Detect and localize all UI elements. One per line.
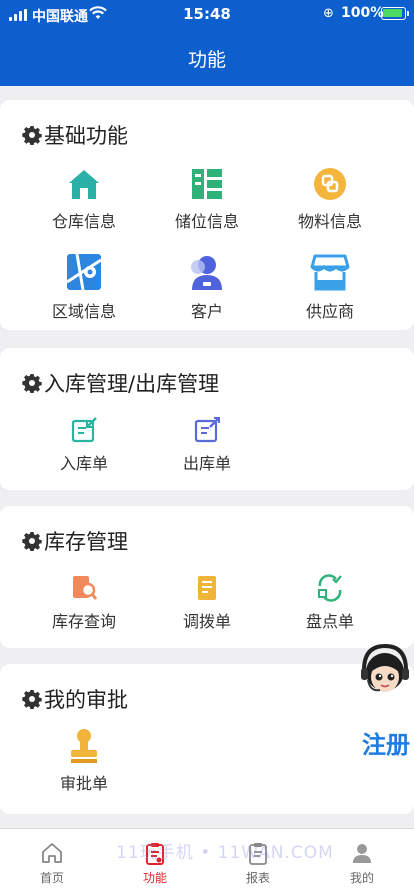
- app-header: 中国联通 15:48 ⊕ 100% 功能: [0, 0, 414, 86]
- grid-item-warehouse[interactable]: 仓库信息: [29, 166, 139, 232]
- item-label: 区域信息: [51, 302, 116, 321]
- bottom-tab-bar: 首页 功能 报表 我的: [0, 828, 414, 896]
- grid-item-area[interactable]: 区域信息: [29, 252, 139, 322]
- tab-label: 报表: [245, 871, 270, 885]
- section-basic-functions: 基础功能 仓库信息 储位信息 物料信息 区域信息 客户 供应商: [0, 100, 414, 330]
- tab-function[interactable]: 功能: [115, 841, 195, 886]
- profile-icon: [353, 844, 371, 863]
- storage-location-icon: [192, 169, 222, 199]
- section-title: 基础功能: [22, 120, 128, 150]
- section-title-text: 我的审批: [44, 688, 128, 712]
- section-my-approvals: 我的审批 审批单: [0, 664, 414, 814]
- page-title: 功能: [187, 49, 226, 71]
- tab-mine[interactable]: 我的: [322, 841, 402, 886]
- item-label: 调拨单: [182, 612, 231, 631]
- tab-reports[interactable]: 报表: [218, 841, 298, 886]
- warehouse-icon: [69, 170, 99, 199]
- tab-home[interactable]: 首页: [12, 841, 92, 886]
- battery-icon: [381, 7, 409, 20]
- section-title: 我的审批: [22, 684, 128, 714]
- section-title-text: 基础功能: [44, 124, 128, 148]
- item-label: 库存查询: [51, 612, 116, 631]
- section-in-out-management: 入库管理/出库管理 入库单 出库单: [0, 348, 414, 490]
- home-icon: [42, 843, 62, 863]
- status-bar: 中国联通 15:48 ⊕ 100%: [0, 0, 414, 30]
- grid-item-inventory-search[interactable]: 库存查询: [29, 574, 139, 632]
- item-label: 供应商: [305, 302, 354, 321]
- supplier-store-icon: [310, 254, 350, 291]
- section-title-text: 库存管理: [44, 530, 128, 554]
- item-label: 储位信息: [174, 212, 239, 231]
- stocktake-icon: [318, 574, 342, 602]
- section-title-text: 入库管理/出库管理: [44, 372, 220, 396]
- support-agent-avatar-icon[interactable]: [358, 642, 412, 702]
- item-label: 出库单: [182, 454, 231, 473]
- item-label: 物料信息: [297, 212, 362, 231]
- register-button[interactable]: 注册: [362, 725, 410, 760]
- area-map-icon: [66, 253, 102, 291]
- item-label: 盘点单: [305, 612, 354, 631]
- gear-icon: [22, 690, 42, 709]
- outbound-order-icon: [194, 417, 220, 443]
- inbound-order-icon: [71, 417, 97, 443]
- grid-item-inbound-order[interactable]: 入库单: [29, 416, 139, 474]
- tab-label: 我的: [349, 871, 374, 885]
- orientation-lock-icon: ⊕: [323, 6, 334, 21]
- gear-icon: [22, 126, 42, 145]
- grid-item-outbound-order[interactable]: 出库单: [152, 416, 262, 474]
- item-label: 入库单: [59, 454, 108, 473]
- grid-item-approval[interactable]: 审批单: [29, 728, 139, 794]
- approval-stamp-icon: [71, 729, 97, 763]
- item-label: 审批单: [59, 774, 108, 793]
- gear-icon: [22, 532, 42, 551]
- inventory-search-icon: [73, 576, 98, 600]
- grid-item-supplier[interactable]: 供应商: [275, 252, 385, 322]
- report-icon: [249, 843, 267, 865]
- section-title: 入库管理/出库管理: [22, 368, 219, 398]
- material-icon: [314, 168, 346, 200]
- grid-item-transfer-order[interactable]: 调拨单: [152, 574, 262, 632]
- section-title: 库存管理: [22, 526, 128, 556]
- grid-item-customer[interactable]: 客户: [152, 252, 262, 322]
- customer-icon: [191, 256, 222, 290]
- tab-label: 首页: [39, 871, 64, 885]
- gear-icon: [22, 374, 42, 393]
- tab-label: 功能: [142, 871, 167, 885]
- grid-item-material[interactable]: 物料信息: [275, 166, 385, 232]
- item-label: 客户: [190, 302, 223, 321]
- grid-item-storage-location[interactable]: 储位信息: [152, 166, 262, 232]
- item-label: 仓库信息: [51, 212, 116, 231]
- transfer-order-icon: [198, 576, 216, 600]
- battery-percent: 100%: [341, 5, 385, 21]
- function-clipboard-icon: [146, 843, 164, 865]
- section-inventory-management: 库存管理 库存查询 调拨单 盘点单: [0, 506, 414, 648]
- grid-item-stocktake[interactable]: 盘点单: [275, 574, 385, 632]
